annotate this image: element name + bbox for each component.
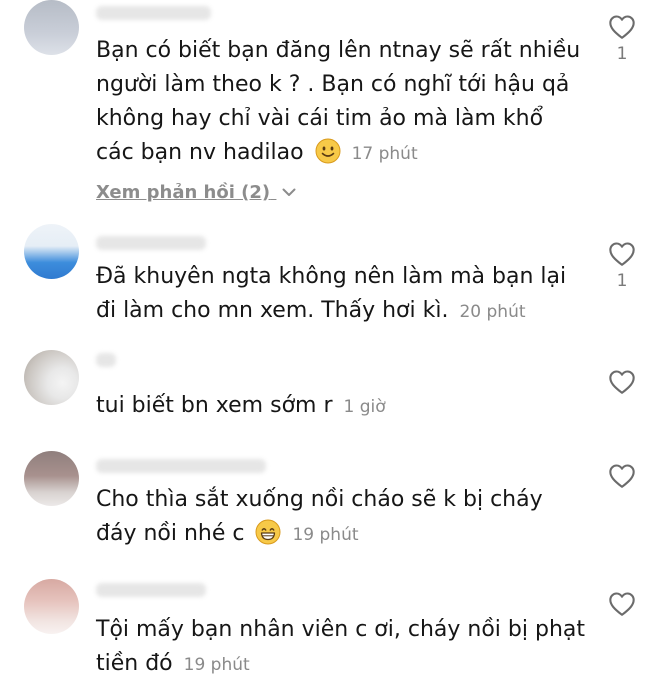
heart-icon	[609, 592, 635, 616]
slightly-smiling-face-icon	[315, 138, 341, 164]
comment-item: Đã khuyên ngta không nên làm mà bạn lại …	[0, 222, 660, 332]
view-replies-label: Xem phản hồi (2)	[96, 182, 271, 203]
comment-item: Bạn có biết bạn đăng lên ntnay sẽ rất nh…	[0, 0, 660, 215]
comment-body: Cho thìa sắt xuống nồi cháo sẽ k bị cháy…	[96, 483, 586, 552]
username-blurred[interactable]	[96, 459, 266, 473]
comment-item: Cho thìa sắt xuống nồi cháo sẽ k bị cháy…	[0, 447, 660, 557]
comment-text: Tội mấy bạn nhân viên c ơi, cháy nồi bị …	[96, 617, 585, 676]
comment-body: Tội mấy bạn nhân viên c ơi, cháy nồi bị …	[96, 613, 586, 682]
heart-icon	[609, 15, 635, 39]
username-blurred[interactable]	[96, 353, 116, 367]
comment-body: Bạn có biết bạn đăng lên ntnay sẽ rất nh…	[96, 34, 586, 171]
heart-icon	[609, 242, 635, 266]
username-blurred[interactable]	[96, 236, 206, 250]
chevron-down-icon	[282, 188, 296, 196]
avatar[interactable]	[24, 350, 79, 405]
comment-body: Đã khuyên ngta không nên làm mà bạn lại …	[96, 260, 586, 329]
like-button[interactable]: 1	[604, 241, 640, 291]
avatar[interactable]	[24, 451, 79, 506]
comment-time: 1 giờ	[343, 397, 386, 417]
comment-time: 19 phút	[292, 525, 359, 545]
grinning-face-icon	[255, 519, 281, 545]
view-replies-button[interactable]: Xem phản hồi (2)	[96, 182, 296, 203]
comment-item: tui biết bn xem sớm r 1 giờ	[0, 345, 660, 430]
username-blurred[interactable]	[96, 6, 211, 20]
comment-body: tui biết bn xem sớm r 1 giờ	[96, 389, 586, 424]
like-button[interactable]: 1	[604, 14, 640, 64]
username-blurred[interactable]	[96, 583, 206, 597]
heart-icon	[609, 464, 635, 488]
like-count: 1	[616, 44, 628, 64]
like-button[interactable]	[604, 591, 640, 617]
like-button[interactable]	[604, 369, 640, 395]
comment-time: 17 phút	[351, 144, 418, 164]
like-button[interactable]	[604, 463, 640, 489]
avatar[interactable]	[24, 0, 79, 55]
comment-time: 20 phút	[459, 302, 526, 322]
comment-time: 19 phút	[183, 655, 250, 675]
like-count: 1	[616, 271, 628, 291]
comment-item: Tội mấy bạn nhân viên c ơi, cháy nồi bị …	[0, 575, 660, 682]
heart-icon	[609, 370, 635, 394]
comment-text: tui biết bn xem sớm r	[96, 393, 333, 418]
avatar[interactable]	[24, 579, 79, 634]
avatar[interactable]	[24, 224, 79, 279]
